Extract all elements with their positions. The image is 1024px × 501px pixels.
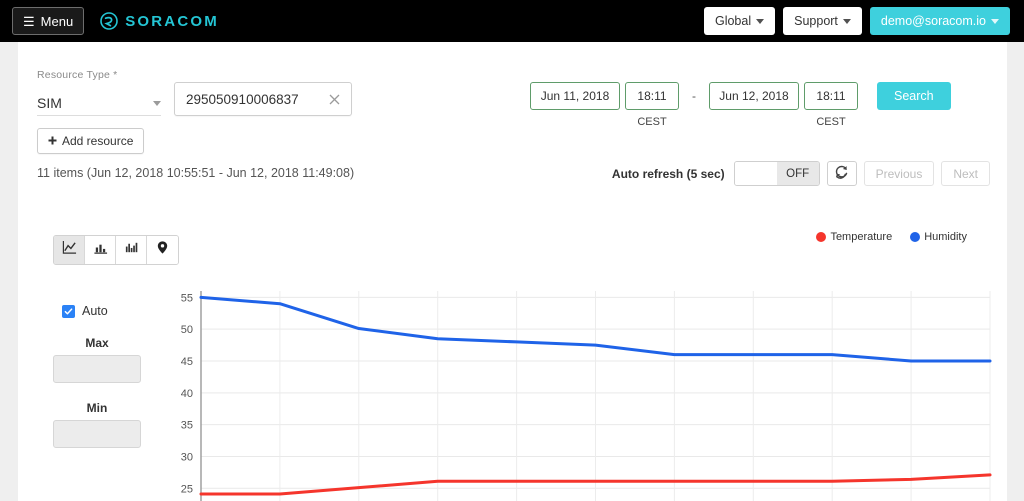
from-date-input[interactable]: Jun 11, 2018 <box>530 82 620 110</box>
search-button[interactable]: Search <box>877 82 951 110</box>
hamburger-icon: ☰ <box>23 13 35 29</box>
brand-name: SORACOM <box>125 12 219 30</box>
from-time-group: 18:11 CEST <box>625 82 679 128</box>
resource-type-label: Resource Type * <box>37 69 118 81</box>
resource-type-value: SIM <box>37 95 62 111</box>
y-axis-tick-label: 30 <box>181 451 193 463</box>
y-axis-tick-label: 40 <box>181 388 193 400</box>
resource-id-field[interactable]: 295050910006837 <box>174 82 352 116</box>
chart-scale-controls: Auto Max Min <box>42 304 152 448</box>
menu-button[interactable]: ☰ Menu <box>12 7 85 35</box>
y-axis-tick-label: 45 <box>181 356 193 368</box>
y-axis-tick-label: 55 <box>181 292 193 304</box>
to-time-group: 18:11 CEST <box>804 82 858 128</box>
next-page-button[interactable]: Next <box>941 161 990 186</box>
auto-scale-label: Auto <box>82 304 108 318</box>
add-resource-label: Add resource <box>62 134 134 148</box>
soracom-logo-icon <box>100 12 118 30</box>
line-chart-icon <box>62 240 77 260</box>
auto-scale-row[interactable]: Auto <box>42 304 152 318</box>
add-resource-button[interactable]: Add resource <box>37 128 145 154</box>
refresh-icon <box>834 164 849 184</box>
refresh-controls: Auto refresh (5 sec) OFF Previous Next <box>612 161 990 186</box>
account-label: demo@soracom.io <box>880 14 986 28</box>
chart-canvas: 55 50 45 40 35 30 25 <box>181 291 992 501</box>
menu-button-label: Menu <box>40 13 74 29</box>
to-time-input[interactable]: 18:11 <box>804 82 858 110</box>
chevron-down-icon <box>756 18 765 24</box>
resource-type-select[interactable]: SIM <box>37 91 161 116</box>
resource-id-value[interactable]: 295050910006837 <box>186 92 325 107</box>
support-label: Support <box>794 14 838 28</box>
min-label: Min <box>86 401 108 415</box>
timeseries-chart[interactable]: 55 50 45 40 35 30 25 <box>158 242 1008 501</box>
items-summary: 11 items (Jun 12, 2018 10:55:51 - Jun 12… <box>37 166 355 180</box>
view-toggle-line-chart[interactable] <box>54 236 85 264</box>
chevron-down-icon <box>842 18 851 24</box>
max-input[interactable] <box>53 355 141 383</box>
range-separator: - <box>692 89 696 103</box>
view-toggle-bar-chart[interactable] <box>85 236 116 264</box>
legend-dot-temperature <box>816 232 827 242</box>
auto-refresh-toggle[interactable]: OFF <box>733 161 820 186</box>
auto-scale-checkbox[interactable] <box>62 304 75 318</box>
min-field-group: Min <box>42 401 152 448</box>
bar-chart-icon <box>93 240 108 260</box>
plus-icon <box>48 134 57 148</box>
max-label: Max <box>85 336 109 350</box>
auto-refresh-label: Auto refresh (5 sec) <box>611 166 725 181</box>
from-time-input[interactable]: 18:11 <box>625 82 679 110</box>
account-dropdown[interactable]: demo@soracom.io <box>869 7 1010 35</box>
previous-page-button[interactable]: Previous <box>863 161 935 186</box>
global-region-dropdown[interactable]: Global <box>703 7 776 35</box>
toggle-knob <box>734 162 777 185</box>
y-axis-tick-label: 50 <box>181 324 193 336</box>
auto-refresh-state: OFF <box>776 162 819 185</box>
min-input[interactable] <box>53 420 141 448</box>
y-axis-tick-label: 35 <box>181 420 193 432</box>
refresh-button[interactable] <box>826 161 857 186</box>
chevron-down-icon <box>991 18 999 24</box>
max-field-group: Max <box>42 336 152 383</box>
chevron-down-icon <box>153 100 161 106</box>
top-navigation-bar: ☰ Menu SORACOM Global Support demo@sorac… <box>0 0 1024 42</box>
resource-type-field: Resource Type * SIM <box>37 69 161 116</box>
to-date-input[interactable]: Jun 12, 2018 <box>709 82 799 110</box>
brand-logo[interactable]: SORACOM <box>100 12 219 30</box>
page-content: Resource Type * SIM 295050910006837 Add … <box>18 42 1007 501</box>
y-axis-tick-label: 25 <box>181 483 193 495</box>
date-range-controls: Jun 11, 2018 18:11 CEST - Jun 12, 2018 1… <box>530 82 951 128</box>
view-toggle-column-chart[interactable] <box>116 236 147 264</box>
column-chart-icon <box>124 240 139 260</box>
to-timezone-label: CEST <box>816 116 846 128</box>
legend-dot-humidity <box>910 232 921 242</box>
global-region-label: Global <box>714 14 752 28</box>
close-icon[interactable] <box>325 90 343 108</box>
support-dropdown[interactable]: Support <box>783 7 862 35</box>
from-timezone-label: CEST <box>637 116 667 128</box>
topbar-actions: Global Support demo@soracom.io <box>703 7 1010 35</box>
